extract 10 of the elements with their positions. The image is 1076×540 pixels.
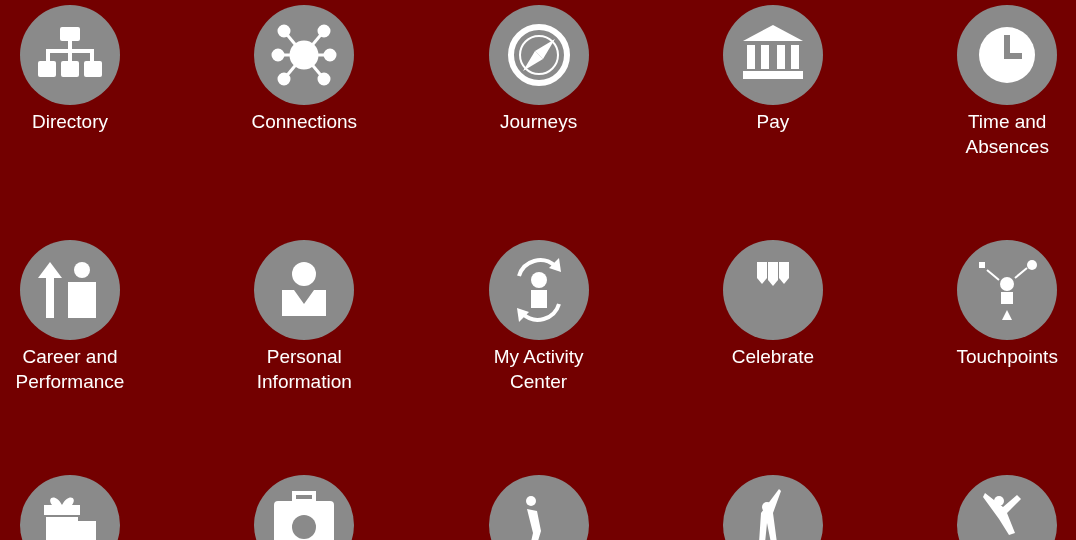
app-tile[interactable]: Personal Information bbox=[239, 240, 370, 394]
app-tile[interactable]: Career and Performance bbox=[5, 240, 135, 394]
app-tile[interactable]: Touchpoints bbox=[942, 240, 1073, 369]
app-tile[interactable]: Celebrate bbox=[707, 240, 838, 369]
app-tile[interactable]: My Activity Center bbox=[473, 240, 604, 394]
app-tile[interactable]: Connections bbox=[239, 5, 370, 134]
app-tile[interactable]: Directory bbox=[5, 5, 135, 134]
app-tile[interactable]: Journeys bbox=[473, 5, 604, 134]
app-tile[interactable]: Pay bbox=[707, 5, 838, 134]
app-tile[interactable]: Time and Absences bbox=[942, 5, 1073, 159]
